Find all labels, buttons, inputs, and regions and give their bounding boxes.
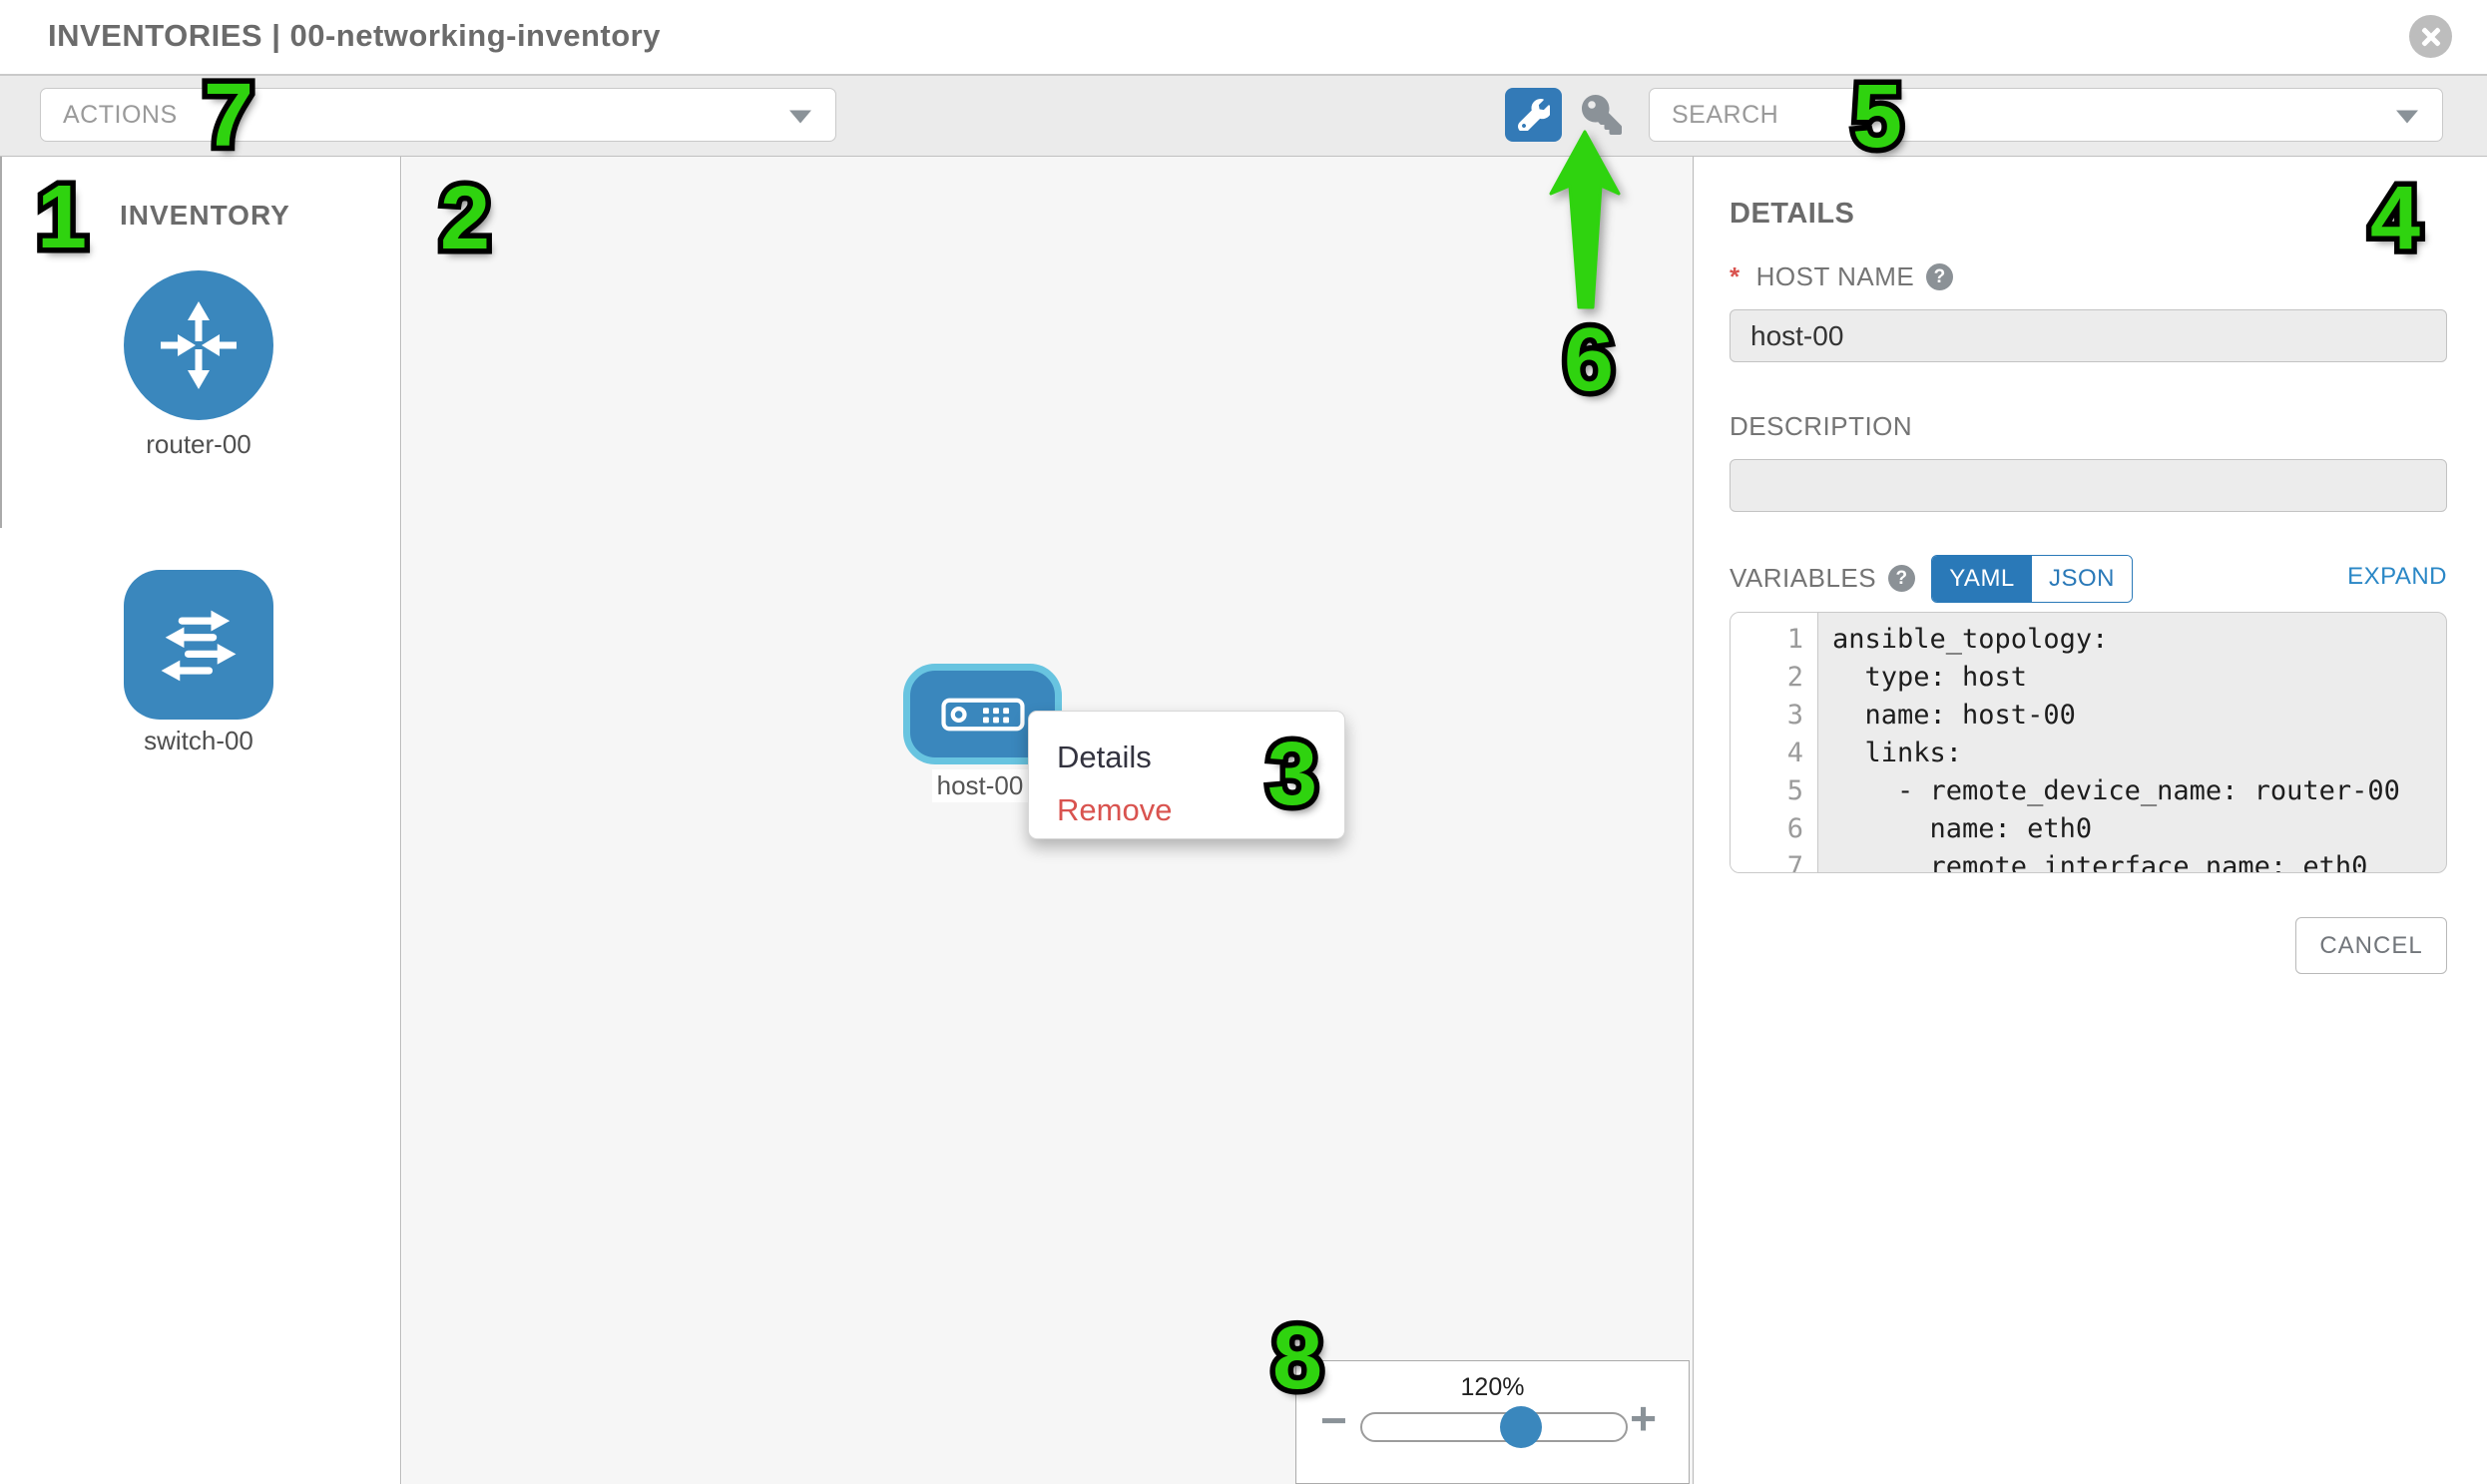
- code-line: links:: [1818, 735, 2446, 772]
- code-line: - remote_device_name: router-00: [1818, 772, 2446, 810]
- variables-label: VARIABLES: [1730, 563, 1876, 594]
- editor-code-lines: ansible_topology: type: host name: host-…: [1818, 613, 2446, 873]
- close-icon[interactable]: [2409, 15, 2452, 58]
- chevron-down-icon: [2396, 110, 2418, 123]
- tab-yaml[interactable]: YAML: [1932, 556, 2032, 602]
- variables-row: VARIABLES ? YAML JSON EXPAND: [1730, 555, 2447, 603]
- annotation-4: 4: [2370, 174, 2420, 263]
- help-icon[interactable]: ?: [1888, 565, 1915, 592]
- tab-json[interactable]: JSON: [2032, 556, 2132, 602]
- variables-code-editor[interactable]: 1 2 3 4 5 6 7 ansible_topology: type: ho…: [1730, 612, 2447, 873]
- zoom-control-panel: 120% − +: [1295, 1360, 1690, 1484]
- switch-icon: [147, 593, 250, 697]
- chevron-down-icon: [789, 110, 811, 123]
- help-icon[interactable]: ?: [1926, 263, 1953, 290]
- description-label: DESCRIPTION: [1730, 411, 1912, 442]
- host-name-input[interactable]: [1730, 309, 2447, 362]
- host-server-icon: [941, 698, 1025, 732]
- sidebar-item-switch[interactable]: [124, 570, 273, 720]
- variables-label-row: VARIABLES ?: [1730, 563, 1915, 594]
- zoom-slider-track[interactable]: [1360, 1412, 1628, 1442]
- annotation-1: 1: [37, 173, 87, 262]
- inventory-sidebar-title: INVENTORY: [120, 200, 290, 232]
- annotation-2: 2: [440, 174, 490, 263]
- zoom-out-button[interactable]: −: [1320, 1397, 1347, 1443]
- code-line: name: host-00: [1818, 697, 2446, 735]
- sidebar-item-router[interactable]: [124, 270, 273, 420]
- code-line: type: host: [1818, 659, 2446, 697]
- context-menu-item-details[interactable]: Details: [1057, 740, 1152, 775]
- sidebar-item-switch-label: switch-00: [89, 726, 308, 756]
- code-line: name: eth0: [1818, 810, 2446, 848]
- key-icon: [1582, 95, 1622, 135]
- annotation-7: 7: [204, 71, 253, 161]
- zoom-in-button[interactable]: +: [1630, 1395, 1657, 1441]
- editor-line-numbers: 1 2 3 4 5 6 7: [1731, 613, 1818, 873]
- page-title: INVENTORIES | 00-networking-inventory: [48, 18, 661, 54]
- variables-format-toggle: YAML JSON: [1931, 555, 2133, 603]
- description-label-row: DESCRIPTION: [1730, 411, 1912, 442]
- context-menu-item-remove[interactable]: Remove: [1057, 792, 1172, 828]
- search-dropdown[interactable]: SEARCH: [1649, 88, 2443, 142]
- annotation-3: 3: [1267, 730, 1317, 819]
- details-panel-title: DETAILS: [1730, 198, 1854, 231]
- description-input[interactable]: [1730, 459, 2447, 512]
- actions-dropdown-placeholder: ACTIONS: [41, 101, 178, 130]
- expand-link[interactable]: EXPAND: [2347, 563, 2447, 591]
- router-icon: [149, 295, 249, 395]
- cancel-button[interactable]: CANCEL: [2295, 917, 2447, 974]
- annotation-6: 6: [1564, 315, 1614, 405]
- page-header: INVENTORIES | 00-networking-inventory: [0, 0, 2487, 76]
- topology-toolbar: ACTIONS SEARCH: [0, 76, 2487, 157]
- annotation-5: 5: [1852, 72, 1902, 162]
- required-asterisk: *: [1730, 261, 1741, 292]
- host-name-label: HOST NAME: [1756, 261, 1915, 292]
- host-node-label: host-00: [932, 769, 1028, 802]
- sidebar-item-router-label: router-00: [89, 429, 308, 460]
- inventory-topology-window: INVENTORIES | 00-networking-inventory AC…: [0, 0, 2487, 1484]
- search-dropdown-placeholder: SEARCH: [1650, 101, 1778, 130]
- actions-dropdown[interactable]: ACTIONS: [40, 88, 836, 142]
- code-line: remote_interface_name: eth0: [1818, 848, 2446, 873]
- sidebar-edge-line: [0, 157, 2, 528]
- code-line: ansible_topology:: [1818, 621, 2446, 659]
- annotation-arrow-icon: [1549, 130, 1625, 311]
- zoom-slider-thumb[interactable]: [1500, 1406, 1542, 1448]
- host-name-label-row: * HOST NAME ?: [1730, 261, 1953, 292]
- wrench-icon: [1518, 99, 1550, 131]
- annotation-8: 8: [1272, 1313, 1322, 1403]
